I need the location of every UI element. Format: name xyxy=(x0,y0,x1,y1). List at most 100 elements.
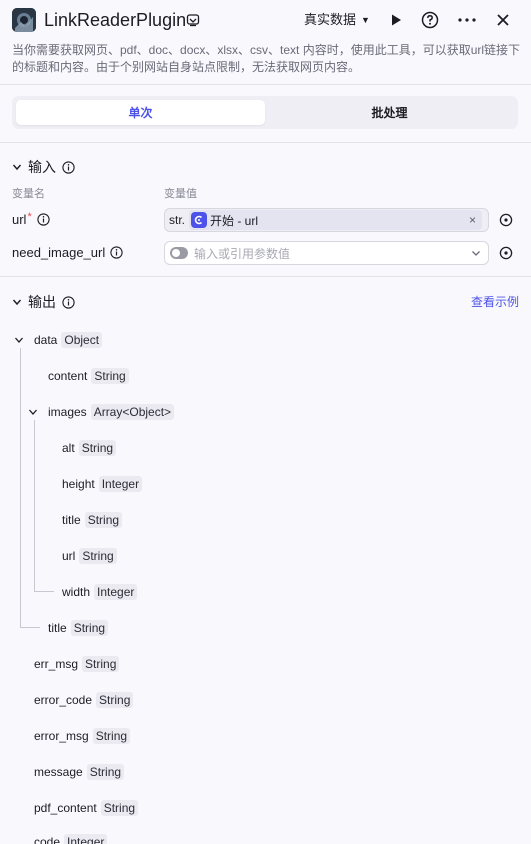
info-icon[interactable] xyxy=(110,246,123,259)
tree-guide-line xyxy=(34,591,54,592)
tab-single[interactable]: 单次 xyxy=(16,100,265,125)
caret-down-icon: ▼ xyxy=(361,15,370,25)
field-type: String xyxy=(91,368,129,384)
output-field-pdf-content: pdf_content String xyxy=(34,800,139,816)
chevron-down-icon xyxy=(12,164,22,171)
param-name-label: url xyxy=(12,212,27,227)
tree-guide-line xyxy=(34,420,35,592)
field-type: Integer xyxy=(94,584,138,600)
value-placeholder: 输入或引用参数值 xyxy=(194,246,291,261)
param-url: url * xyxy=(12,211,50,227)
field-type: String xyxy=(86,764,125,780)
field-name: url xyxy=(62,549,76,563)
run-mode-tabs: 单次 批处理 xyxy=(12,96,518,129)
field-type: String xyxy=(82,656,120,672)
plugin-title: LinkReaderPlugin xyxy=(44,10,187,30)
node-config-panel: LinkReaderPlugin 真实数据 ▼ 当你需要获取网页、pdf、doc… xyxy=(0,0,531,844)
target-icon xyxy=(499,246,513,260)
variable-reference-chip[interactable]: 开始 - url × xyxy=(189,210,482,230)
output-field-code: code Integer xyxy=(34,834,108,844)
run-button[interactable] xyxy=(386,10,406,30)
field-name: err_msg xyxy=(34,657,79,671)
info-icon[interactable] xyxy=(62,295,75,309)
info-icon[interactable] xyxy=(62,160,75,174)
tree-guide-line xyxy=(20,348,21,628)
chevron-down-icon xyxy=(12,299,22,306)
field-type: Integer xyxy=(64,834,108,844)
field-name: data xyxy=(34,333,58,347)
field-name: title xyxy=(62,513,81,527)
field-name: alt xyxy=(62,441,75,455)
chevron-down-icon[interactable] xyxy=(28,407,38,417)
chevron-down-icon[interactable] xyxy=(14,335,24,345)
field-type: String xyxy=(70,620,109,636)
field-type: String xyxy=(78,440,117,456)
output-field-url: url String xyxy=(62,548,117,564)
output-field-image-title: title String xyxy=(62,512,123,528)
field-name: code xyxy=(34,835,61,844)
field-name: error_msg xyxy=(34,729,89,743)
tab-batch[interactable]: 批处理 xyxy=(265,100,514,125)
tree-guide-line xyxy=(20,627,40,628)
close-button[interactable] xyxy=(493,10,513,30)
output-field-data[interactable]: data Object xyxy=(14,332,103,348)
output-section-title: 输出 xyxy=(28,294,56,310)
output-section-toggle[interactable]: 输出 xyxy=(12,292,75,312)
field-type: String xyxy=(79,548,117,564)
field-name: title xyxy=(48,621,67,635)
output-field-err-msg: err_msg String xyxy=(34,656,120,672)
start-node-icon xyxy=(191,212,208,228)
panel-header: LinkReaderPlugin 真实数据 ▼ xyxy=(0,0,531,40)
plugin-logo xyxy=(12,8,36,32)
output-field-width: width Integer xyxy=(62,584,138,600)
output-field-images[interactable]: images Array<Object> xyxy=(28,404,175,420)
column-header-name: 变量名 xyxy=(12,188,45,200)
field-name: height xyxy=(62,477,95,491)
chevron-down-icon[interactable] xyxy=(470,247,482,259)
reference-label: 开始 - url xyxy=(210,213,259,228)
param-name-label: need_image_url xyxy=(12,245,106,260)
output-field-title: title String xyxy=(48,620,109,636)
more-icon xyxy=(458,18,476,22)
field-name: message xyxy=(34,765,83,779)
output-field-message: message String xyxy=(34,764,125,780)
divider xyxy=(0,84,531,85)
output-field-height: height Integer xyxy=(62,476,143,492)
field-type: String xyxy=(84,512,123,528)
help-icon xyxy=(421,11,439,29)
field-name: pdf_content xyxy=(34,801,97,815)
field-name: error_code xyxy=(34,693,93,707)
field-type: Integer xyxy=(98,476,143,492)
field-type: String xyxy=(92,728,131,744)
field-type: String xyxy=(96,692,134,708)
type-tag: str. xyxy=(169,213,186,227)
clear-icon[interactable]: × xyxy=(469,213,476,227)
field-name: width xyxy=(62,585,91,599)
param-need-image-url: need_image_url xyxy=(12,245,123,260)
output-field-content: content String xyxy=(48,368,129,384)
need-image-url-field[interactable]: 输入或引用参数值 xyxy=(164,241,489,265)
close-icon xyxy=(497,14,509,26)
divider xyxy=(0,142,531,143)
input-section-toggle[interactable]: 输入 xyxy=(12,157,75,177)
target-icon xyxy=(499,213,513,227)
column-header-value: 变量值 xyxy=(164,188,197,200)
url-value-field[interactable]: str. 开始 - url × xyxy=(164,208,489,232)
help-button[interactable] xyxy=(420,10,440,30)
output-field-alt: alt String xyxy=(62,440,117,456)
plugin-badge-icon[interactable] xyxy=(186,13,200,27)
boolean-toggle[interactable] xyxy=(170,247,188,259)
field-name: images xyxy=(48,405,87,419)
input-section-title: 输入 xyxy=(28,159,56,175)
output-field-error-msg: error_msg String xyxy=(34,728,131,744)
variable-picker-button[interactable] xyxy=(495,241,517,265)
field-type: Object xyxy=(61,332,103,348)
data-mode-select[interactable]: 真实数据 ▼ xyxy=(304,11,370,29)
view-example-link[interactable]: 查看示例 xyxy=(471,293,519,310)
plugin-description: 当你需要获取网页、pdf、doc、docx、xlsx、csv、text 内容时，… xyxy=(12,43,521,74)
variable-picker-button[interactable] xyxy=(495,208,517,232)
more-button[interactable] xyxy=(457,10,477,30)
field-type: Array<Object> xyxy=(90,404,175,420)
field-name: content xyxy=(48,369,88,383)
info-icon[interactable] xyxy=(37,213,50,226)
